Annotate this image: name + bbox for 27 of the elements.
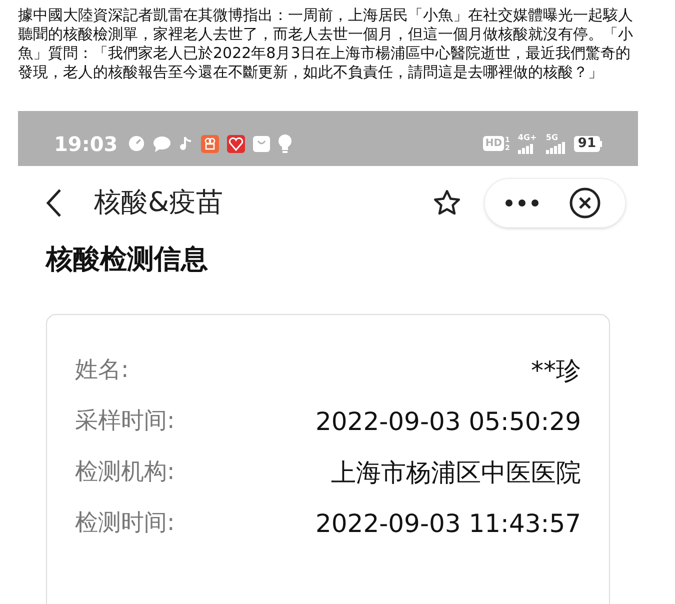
back-icon[interactable] <box>46 188 62 218</box>
close-icon[interactable] <box>569 187 601 219</box>
page-title: 核酸&疫苗 <box>94 186 224 220</box>
hd-badge: HD <box>483 136 504 151</box>
signal-icon <box>546 142 566 154</box>
field-label: 检测时间: <box>75 509 175 538</box>
field-value: **珍 <box>531 354 581 387</box>
article-paragraph: 據中國大陸資深記者凱雷在其微博指出：一周前，上海居民「小魚」在社交媒體曝光一起駭人聽聞的核酸檢測單，家裡老人去世了，而老人去世一個月，但這一個月做核酸就沒有停。「小魚」質問：「我們家老人已於2022年8月3日在上海市楊浦區中心醫院逝世，最近我們驚奇的發現，老人的核酸報告至今還在不斷更新，如此不負責任，請問這是去哪裡做的核酸？」 <box>18 6 634 82</box>
music-note-icon <box>178 136 193 152</box>
field-label: 检测机构: <box>75 458 175 488</box>
more-icon[interactable] <box>505 199 539 207</box>
shopping-bag-icon <box>252 136 270 152</box>
clock-time: 19:03 <box>54 130 118 158</box>
heart-app-icon <box>226 134 245 152</box>
video-app-icon <box>200 134 219 152</box>
chat-bubble-icon <box>152 136 171 152</box>
field-value: 2022-09-03 05:50:29 <box>315 406 581 438</box>
network-type: 4G+ <box>518 133 537 142</box>
field-label: 姓名: <box>75 356 129 386</box>
field-value: 上海市杨浦区中医医院 <box>331 456 581 489</box>
network-type: 5G <box>546 133 558 142</box>
field-label: 采样时间: <box>75 407 175 436</box>
section-heading: 核酸检测信息 <box>44 243 209 277</box>
field-value: 2022-09-03 11:43:57 <box>315 508 581 540</box>
light-bulb-icon <box>278 134 292 153</box>
gauge-icon <box>128 135 145 152</box>
battery-level: 91 <box>574 136 600 152</box>
